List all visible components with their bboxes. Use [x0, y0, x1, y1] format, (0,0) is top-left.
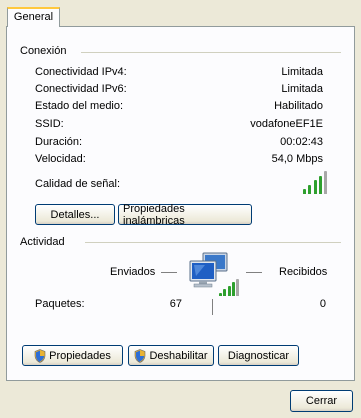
packets-received-value: 0: [319, 298, 326, 310]
disable-button[interactable]: Deshabilitar: [128, 345, 214, 366]
properties-button[interactable]: Propiedades: [22, 345, 123, 366]
signal-bar: [308, 185, 312, 194]
activity-group-title: Actividad: [20, 236, 65, 248]
signal-bar: [236, 279, 239, 296]
signal-bar: [227, 286, 231, 296]
close-button[interactable]: Cerrar: [290, 390, 353, 412]
tab-general[interactable]: General: [7, 7, 60, 27]
connection-group-line: [81, 52, 341, 53]
wireless-properties-button-label: Propiedades inalámbricas: [123, 202, 185, 227]
ssid-value: vodafoneEF1E: [250, 118, 323, 130]
packets-sent-value: 67: [169, 298, 182, 310]
shield-icon: [34, 348, 46, 363]
close-button-label: Cerrar: [305, 395, 338, 407]
signal-bar: [313, 180, 317, 194]
media-state-label: Estado del medio:: [35, 100, 124, 112]
received-label: Recibidos: [279, 266, 328, 278]
media-state-value: Habilitado: [274, 100, 323, 112]
signal-bar: [231, 282, 235, 296]
ssid-label: SSID:: [35, 118, 64, 130]
sent-label: Enviados: [110, 266, 156, 278]
duration-label: Duración:: [35, 136, 83, 148]
connection-group-title: Conexión: [20, 45, 67, 57]
packets-label: Paquetes:: [35, 298, 85, 310]
ipv6-label: Conectividad IPv6:: [35, 83, 127, 95]
duration-value: 00:02:43: [280, 136, 323, 148]
signal-bar: [324, 171, 327, 194]
sent-dash: [161, 272, 177, 273]
speed-value: 54,0 Mbps: [271, 153, 323, 165]
ipv6-value: Limitada: [281, 83, 323, 95]
received-dash: [246, 272, 262, 273]
signal-quality-label: Calidad de señal:: [35, 178, 121, 190]
disable-button-label: Deshabilitar: [149, 349, 208, 362]
signal-bar: [318, 176, 322, 194]
signal-bar: [223, 289, 227, 296]
ipv4-value: Limitada: [281, 66, 323, 78]
activity-vertical-line: [212, 299, 213, 315]
signal-strength-icon: [303, 171, 327, 194]
properties-button-label: Propiedades: [49, 349, 111, 362]
shield-icon: [135, 348, 146, 363]
diagnose-button[interactable]: Diagnosticar: [218, 345, 299, 366]
speed-label: Velocidad:: [35, 153, 86, 165]
signal-bar: [219, 293, 222, 296]
details-button-label: Detalles...: [50, 208, 100, 221]
details-button[interactable]: Detalles...: [35, 204, 115, 225]
general-panel: Conexión Conectividad IPv4: Limitada Con…: [6, 26, 355, 381]
diagnose-button-label: Diagnosticar: [227, 349, 290, 362]
activity-group-line: [85, 242, 341, 243]
ipv4-label: Conectividad IPv4:: [35, 66, 127, 78]
wireless-properties-button[interactable]: Propiedades inalámbricas: [118, 202, 252, 227]
activity-signal-icon: [219, 279, 239, 296]
signal-bar: [303, 189, 306, 194]
